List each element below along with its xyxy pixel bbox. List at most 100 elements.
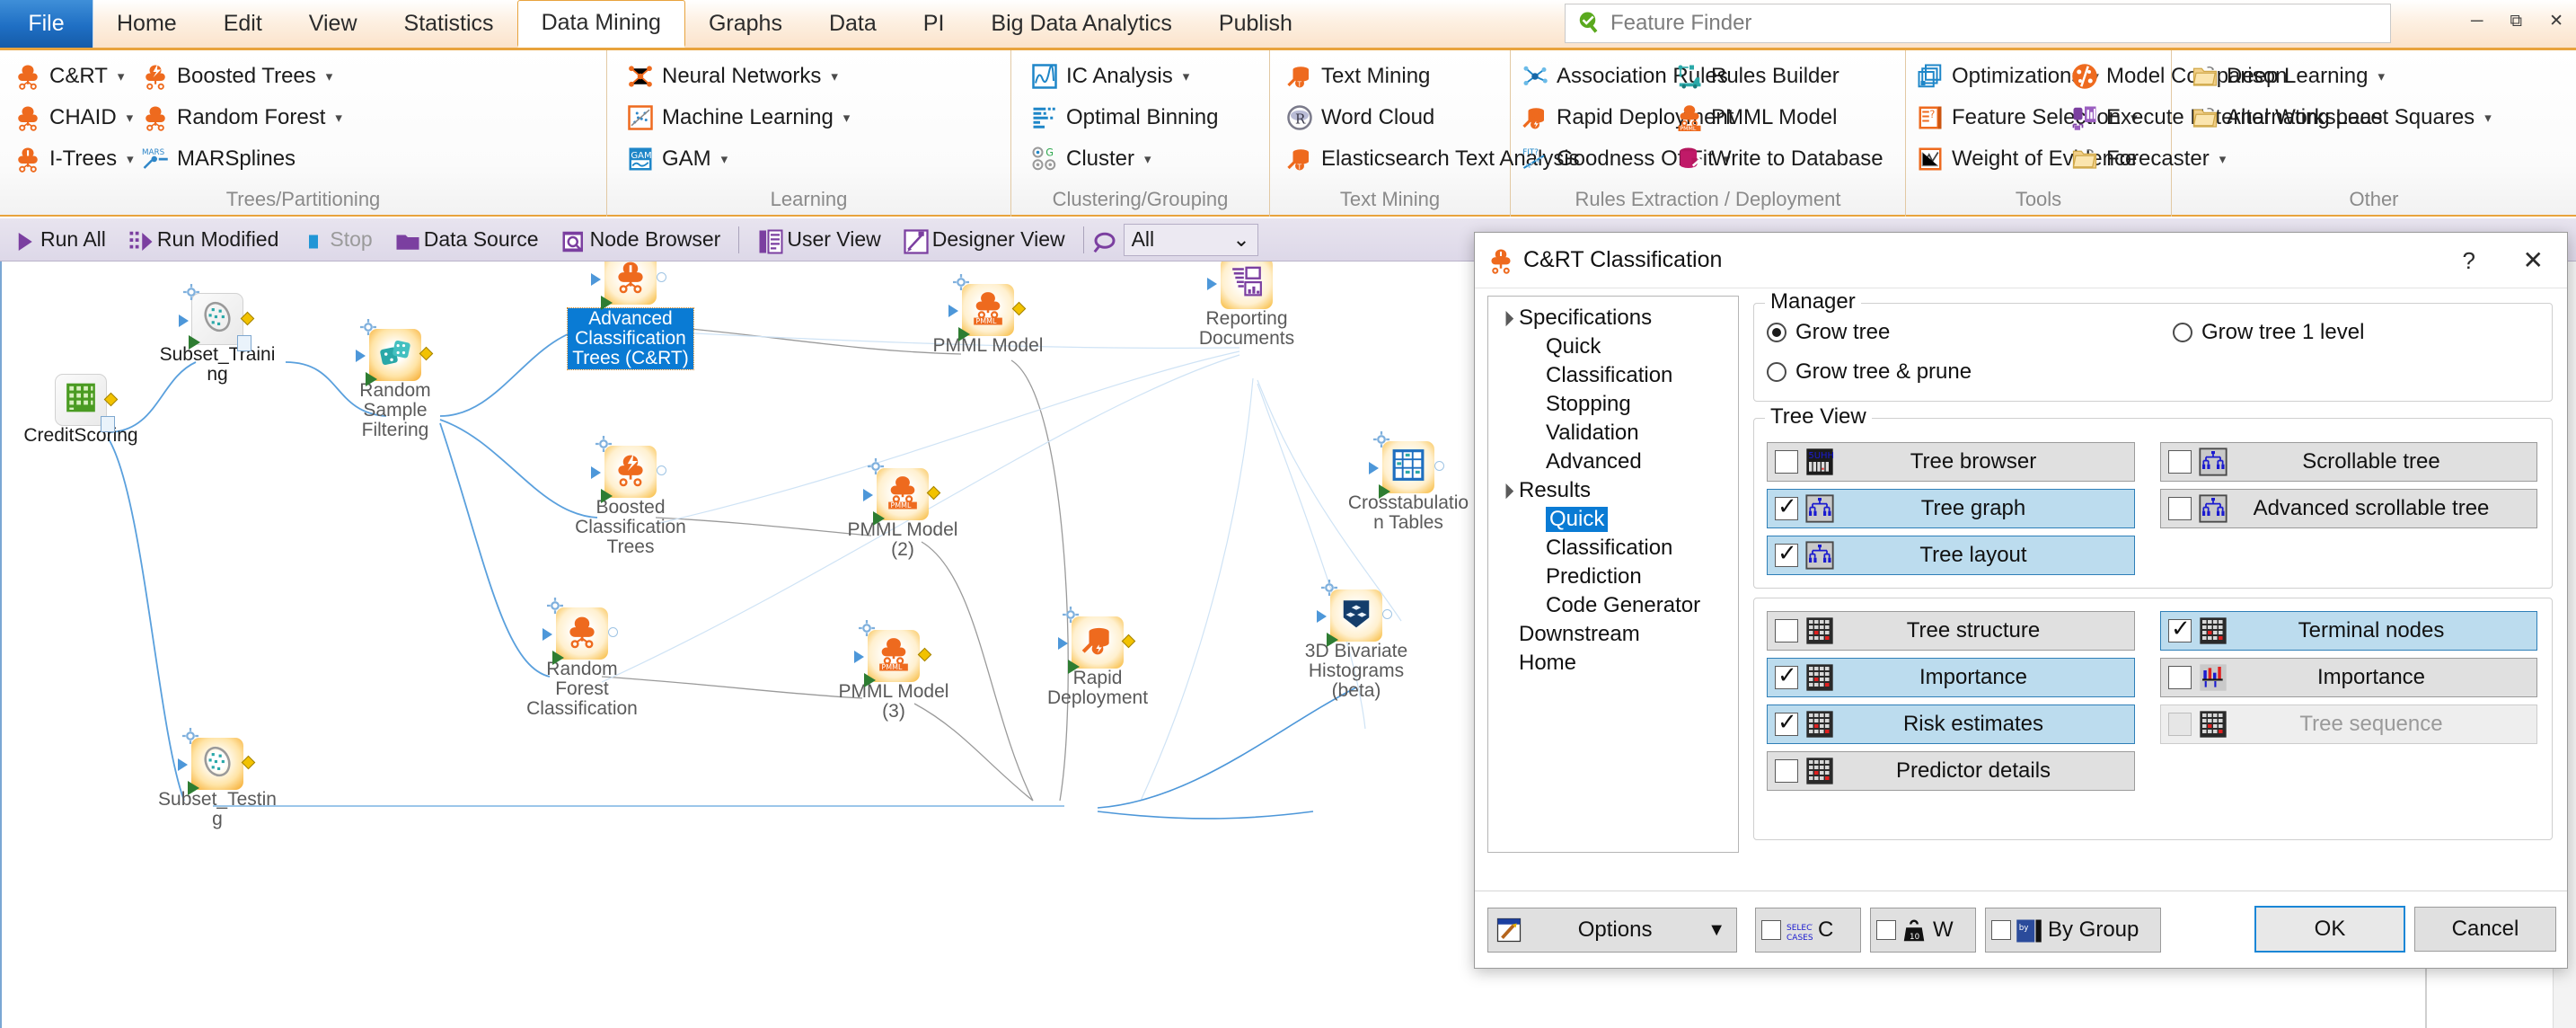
chevron-down-icon[interactable]: ▾ bbox=[1144, 151, 1151, 167]
option-importance[interactable]: Importance bbox=[2160, 658, 2537, 697]
run-node-icon[interactable] bbox=[1327, 633, 1338, 647]
option-scrollable-tree[interactable]: Scrollable tree bbox=[2160, 442, 2537, 482]
option-advanced-scrollable-tree[interactable]: Advanced scrollable tree bbox=[2160, 489, 2537, 528]
workflow-node-pmml-model[interactable]: PMML PMML Model bbox=[925, 274, 1051, 356]
ribbon-item-chaid[interactable]: CHAID ▾ bbox=[5, 97, 143, 138]
gear-icon[interactable] bbox=[1321, 580, 1337, 596]
node-output-port[interactable] bbox=[419, 346, 434, 361]
document-badge-icon[interactable] bbox=[237, 335, 251, 351]
tab-big-data-analytics[interactable]: Big Data Analytics bbox=[967, 0, 1195, 48]
ribbon-item-write-to-database[interactable]: Write to Database bbox=[1667, 138, 1892, 180]
expander-icon[interactable]: ◢ bbox=[1489, 302, 1521, 333]
node-icon-box[interactable] bbox=[356, 319, 434, 386]
gear-icon[interactable] bbox=[1063, 607, 1079, 623]
gear-icon[interactable] bbox=[953, 274, 969, 290]
by-group-checkbox[interactable] bbox=[1991, 920, 2011, 940]
node-icon-box[interactable] bbox=[55, 374, 119, 432]
tab-data[interactable]: Data bbox=[806, 0, 900, 48]
dialog-nav-classification-2[interactable]: Classification bbox=[1488, 361, 1738, 390]
ribbon-item-machine-learning[interactable]: Machine Learning ▾ bbox=[618, 97, 859, 138]
dialog-nav-quick-7[interactable]: Quick bbox=[1488, 505, 1738, 534]
workflow-node-boosted-classification-trees[interactable]: Boosted Classification Trees bbox=[568, 436, 693, 557]
weight-checkbox[interactable] bbox=[1876, 920, 1896, 940]
node-icon-box[interactable]: PMML bbox=[854, 620, 932, 687]
gear-icon[interactable] bbox=[868, 458, 884, 474]
node-input-port[interactable] bbox=[863, 489, 873, 501]
cancel-button[interactable]: Cancel bbox=[2414, 907, 2556, 952]
run-node-icon[interactable] bbox=[873, 511, 885, 526]
chevron-down-icon[interactable]: ▾ bbox=[118, 68, 125, 84]
workflow-node-bivariate-3d[interactable]: 3D Bivariate Histograms (beta) bbox=[1293, 580, 1419, 701]
command-designer-view[interactable]: Designer View bbox=[892, 220, 1076, 260]
by-group-button[interactable]: by By Group bbox=[1985, 908, 2161, 953]
dialog-nav-results-6[interactable]: ◢ Results bbox=[1488, 476, 1738, 505]
gear-icon[interactable] bbox=[360, 319, 376, 335]
feature-finder-input[interactable]: Feature Finder bbox=[1565, 4, 2391, 43]
dialog-nav-stopping-3[interactable]: Stopping bbox=[1488, 390, 1738, 419]
gear-icon[interactable] bbox=[183, 284, 199, 300]
ribbon-item-optimal-binning[interactable]: Optimal Binning bbox=[1022, 97, 1227, 138]
chevron-down-icon[interactable]: ▾ bbox=[843, 110, 851, 126]
option-tree-structure[interactable]: Tree structure bbox=[1767, 611, 2135, 651]
node-output-port[interactable] bbox=[1382, 609, 1392, 619]
option-tree-layout[interactable]: Tree layout bbox=[1767, 536, 2135, 575]
node-output-port[interactable] bbox=[1434, 461, 1444, 471]
tab-file[interactable]: File bbox=[0, 0, 93, 48]
workflow-node-reporting-documents[interactable]: Reporting Documents bbox=[1184, 261, 1310, 349]
dialog-nav-quick-1[interactable]: Quick bbox=[1488, 332, 1738, 361]
checkbox[interactable] bbox=[2168, 615, 2192, 642]
radio-grow-tree-prune[interactable]: Grow tree & prune bbox=[1767, 359, 1972, 385]
gear-icon[interactable] bbox=[547, 598, 563, 614]
option-terminal-nodes[interactable]: Terminal nodes bbox=[2160, 611, 2537, 651]
gear-icon[interactable] bbox=[595, 436, 612, 452]
radio-grow-tree-1-level[interactable]: Grow tree 1 level bbox=[2173, 320, 2364, 345]
workflow-node-rapid-deployment[interactable]: Rapid Deployment bbox=[1035, 607, 1160, 708]
chevron-down-icon[interactable]: ▾ bbox=[335, 110, 342, 126]
node-output-port[interactable] bbox=[608, 627, 618, 637]
node-icon-box[interactable] bbox=[591, 436, 666, 503]
ribbon-item-deep-learning[interactable]: Deep Learning ▾ bbox=[2183, 56, 2501, 97]
node-output-port[interactable] bbox=[1011, 301, 1027, 316]
run-node-icon[interactable] bbox=[1379, 484, 1390, 499]
node-input-port[interactable] bbox=[1317, 610, 1327, 623]
gear-icon[interactable] bbox=[182, 728, 198, 744]
dialog-nav-prediction-9[interactable]: Prediction bbox=[1488, 563, 1738, 591]
node-icon-box[interactable] bbox=[179, 284, 255, 351]
ribbon-item-i-trees[interactable]: I-Trees ▾ bbox=[5, 138, 143, 180]
chevron-down-icon[interactable]: ▾ bbox=[1183, 68, 1190, 84]
node-output-port[interactable] bbox=[103, 392, 119, 407]
ribbon-item-c-rt[interactable]: C&RT ▾ bbox=[5, 56, 143, 97]
minimize-icon[interactable]: ─ bbox=[2471, 13, 2483, 30]
run-node-icon[interactable] bbox=[601, 296, 613, 310]
node-icon-box[interactable] bbox=[1207, 261, 1273, 309]
restore-icon[interactable]: ⧉ bbox=[2510, 13, 2523, 30]
gear-icon[interactable] bbox=[1373, 431, 1389, 448]
run-node-icon[interactable] bbox=[188, 781, 199, 795]
workflow-node-pmml-model-3[interactable]: PMML PMML Model (3) bbox=[831, 620, 957, 722]
radio-grow-tree[interactable]: Grow tree bbox=[1767, 320, 1890, 345]
options-button[interactable]: Options ▼ bbox=[1487, 908, 1737, 953]
run-node-icon[interactable] bbox=[1068, 660, 1080, 674]
command-run-all[interactable]: Run All bbox=[0, 220, 117, 260]
tab-publish[interactable]: Publish bbox=[1195, 0, 1316, 48]
dialog-nav-downstream-11[interactable]: Downstream bbox=[1488, 620, 1738, 649]
node-output-port[interactable] bbox=[241, 755, 256, 770]
workflow-node-subset-testing[interactable]: Subset_Testing bbox=[154, 728, 280, 829]
chevron-down-icon[interactable]: ▾ bbox=[2484, 110, 2492, 126]
view-filter-select[interactable]: All ⌄ bbox=[1123, 223, 1258, 256]
node-input-port[interactable] bbox=[1369, 462, 1379, 474]
node-output-port[interactable] bbox=[917, 647, 932, 662]
run-node-icon[interactable] bbox=[601, 489, 613, 503]
chevron-down-icon[interactable]: ▾ bbox=[831, 68, 838, 84]
checkbox[interactable] bbox=[1775, 492, 1798, 520]
chevron-down-icon[interactable]: ▾ bbox=[2378, 68, 2385, 84]
node-input-port[interactable] bbox=[1058, 637, 1068, 650]
run-node-icon[interactable] bbox=[366, 372, 377, 386]
dialog-nav-validation-4[interactable]: Validation bbox=[1488, 419, 1738, 448]
checkbox[interactable] bbox=[2168, 450, 2192, 474]
dialog-nav-code-generator-10[interactable]: Code Generator bbox=[1488, 591, 1738, 620]
tab-view[interactable]: View bbox=[286, 0, 381, 48]
tab-statistics[interactable]: Statistics bbox=[381, 0, 517, 48]
option-tree-browser[interactable]: 5UHH Tree browser bbox=[1767, 442, 2135, 482]
node-icon-box[interactable]: PMML bbox=[863, 458, 941, 526]
